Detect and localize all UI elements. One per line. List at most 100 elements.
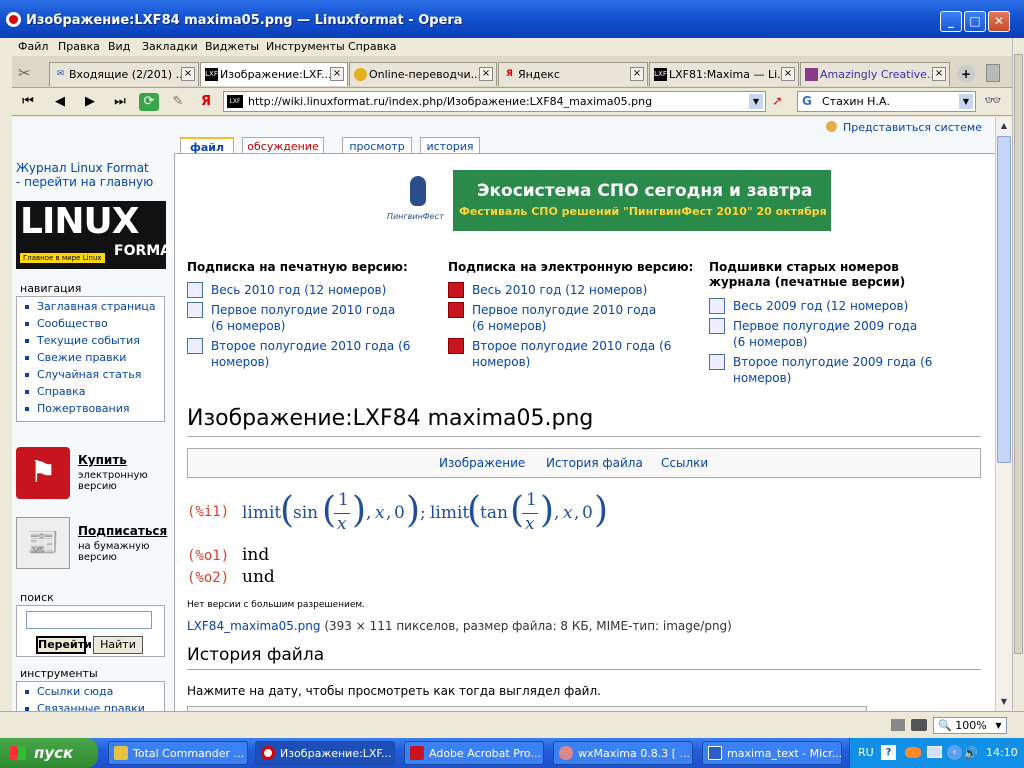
subscribe-link[interactable]: Подписаться: [78, 524, 167, 538]
volume-icon[interactable]: 🔊: [963, 746, 978, 760]
yandex-icon: Я: [506, 69, 513, 79]
cart-icon: [187, 338, 203, 354]
menu-help[interactable]: Справка: [348, 40, 396, 53]
forward-icon[interactable]: ▶: [80, 93, 100, 111]
input-label: (%i1): [187, 504, 230, 520]
menu-widgets[interactable]: Виджеты: [205, 40, 259, 53]
tools-item-related[interactable]: Связанные правки: [17, 702, 164, 711]
task-wxmaxima[interactable]: wxMaxima 0.8.3 [ ...: [553, 741, 693, 765]
tools-icon[interactable]: ✂: [18, 64, 40, 84]
nav-portlet: Заглавная страница Сообщество Текущие со…: [16, 296, 165, 422]
nav-item-community[interactable]: Сообщество: [17, 317, 164, 334]
nav-item-recent[interactable]: Свежие правки: [17, 351, 164, 368]
nav-item-help[interactable]: Справка: [17, 385, 164, 402]
journal-link[interactable]: Журнал Linux Format - перейти на главную: [16, 161, 156, 189]
tab-close-icon[interactable]: ×: [932, 67, 946, 81]
linux-format-logo[interactable]: LINUX FORMAT Главное в мире Linux: [16, 201, 179, 269]
menu-tools[interactable]: Инструменты: [266, 40, 345, 53]
output-value-1: ind: [242, 545, 270, 565]
nav-item-events[interactable]: Текущие события: [17, 334, 164, 351]
taskbar: пуск Total Commander ... Изображение:LXF…: [0, 738, 1024, 768]
file-link[interactable]: LXF84_maxima05.png: [187, 619, 321, 633]
toc-links[interactable]: Ссылки: [661, 456, 708, 470]
chevron-down-icon[interactable]: ▼: [749, 94, 763, 109]
scroll-down-icon[interactable]: ▼: [997, 694, 1011, 710]
search-input[interactable]: G Стахин Н.А. ▼: [797, 91, 976, 112]
menu-view[interactable]: Вид: [108, 40, 130, 53]
maximize-button[interactable]: □: [964, 11, 986, 32]
rewind-icon[interactable]: ⏮: [18, 93, 38, 111]
zoom-select[interactable]: 🔍 100% ▼: [933, 717, 1007, 734]
network-icon[interactable]: [927, 746, 942, 758]
start-button[interactable]: пуск: [0, 738, 98, 768]
new-tab-button[interactable]: +: [957, 65, 975, 83]
menu-bookmarks[interactable]: Закладки: [142, 40, 198, 53]
tab-history[interactable]: история: [420, 137, 480, 154]
menu-file[interactable]: Файл: [18, 40, 48, 53]
tab-inbox[interactable]: ✉ Входящие (2/201) ... ×: [49, 62, 199, 86]
cart-icon: [187, 302, 203, 318]
newspaper-icon[interactable]: 📰: [16, 517, 70, 569]
go-icon[interactable]: ➚: [772, 94, 790, 110]
go-button[interactable]: Перейти: [36, 636, 92, 654]
tab-close-icon[interactable]: ×: [330, 67, 344, 81]
window-titlebar[interactable]: Изображение:LXF84 maxima05.png — Linuxfo…: [0, 0, 1024, 38]
maxima-image[interactable]: (%i1) limit ( sin ( 1 x ) , x , 0 ) ; li…: [187, 488, 608, 592]
yandex-icon[interactable]: Я: [196, 93, 216, 111]
minimize-button[interactable]: _: [940, 11, 962, 32]
tab-close-icon[interactable]: ×: [479, 67, 493, 81]
edit-icon[interactable]: ✎: [168, 93, 188, 111]
tab-yandex[interactable]: Я Яндекс ×: [498, 62, 648, 86]
scroll-up-icon[interactable]: ▲: [997, 118, 1011, 134]
tab-file[interactable]: файл: [180, 137, 234, 154]
tab-close-icon[interactable]: ×: [781, 67, 795, 81]
toc-image[interactable]: Изображение: [439, 456, 525, 470]
tools-item-links[interactable]: Ссылки сюда: [17, 685, 164, 702]
tab-amazingly[interactable]: Amazingly Creative... ×: [800, 62, 950, 86]
chevron-down-icon[interactable]: ▼: [992, 719, 1005, 732]
tray-expand-icon[interactable]: ‹: [947, 745, 962, 760]
page-scrollbar[interactable]: ▲ ▼: [995, 117, 1012, 711]
tab-translator[interactable]: Online-переводчи... ×: [349, 62, 497, 86]
glasses-icon[interactable]: 👓: [984, 93, 1001, 109]
acrobat-icon[interactable]: ⚑: [16, 447, 70, 499]
back-icon[interactable]: ◀: [50, 93, 70, 111]
reload-icon[interactable]: ⟳: [139, 93, 159, 111]
fast-forward-icon[interactable]: ⏭: [110, 93, 130, 111]
trash-icon[interactable]: [986, 64, 1000, 82]
fish-icon[interactable]: [905, 747, 921, 758]
chevron-down-icon[interactable]: ▼: [959, 94, 973, 109]
task-opera[interactable]: Изображение:LXF...: [255, 741, 395, 765]
language-indicator[interactable]: RU: [858, 746, 874, 759]
lxf-icon: LXF: [205, 68, 218, 81]
page-viewport: Представиться системе файл обсуждение пр…: [12, 117, 995, 711]
tab-close-icon[interactable]: ×: [181, 67, 195, 81]
wiki-search-input[interactable]: [26, 611, 152, 629]
help-icon[interactable]: ?: [881, 745, 896, 760]
task-word[interactable]: maxima_text - Micr...: [702, 741, 842, 765]
tab-lxf81[interactable]: LXF LXF81:Maxima — Li... ×: [649, 62, 799, 86]
tab-view[interactable]: просмотр: [342, 137, 412, 154]
panel-icon[interactable]: [891, 719, 905, 731]
tab-discussion[interactable]: обсуждение: [242, 137, 324, 154]
tab-close-icon[interactable]: ×: [630, 67, 644, 81]
scroll-thumb[interactable]: [997, 136, 1011, 463]
file-toc: Изображение История файла Ссылки: [187, 448, 981, 478]
toc-history[interactable]: История файла: [546, 456, 643, 470]
nav-item-random[interactable]: Случайная статья: [17, 368, 164, 385]
address-input[interactable]: LXF http://wiki.linuxformat.ru/index.php…: [223, 91, 766, 112]
find-button[interactable]: Найти: [93, 636, 143, 654]
content-area: ПингвинФест Экосистема СПО сегодня и зав…: [174, 153, 995, 711]
close-button[interactable]: ✕: [988, 11, 1010, 32]
panel-scroll-thumb[interactable]: [1014, 54, 1023, 654]
nav-item-donate[interactable]: Пожертвования: [17, 402, 164, 419]
menu-edit[interactable]: Правка: [58, 40, 100, 53]
task-total-commander[interactable]: Total Commander ...: [108, 741, 248, 765]
buy-link[interactable]: Купить: [78, 453, 127, 467]
task-acrobat[interactable]: Adobe Acrobat Pro...: [404, 741, 544, 765]
camera-icon[interactable]: [911, 719, 927, 731]
banner[interactable]: ПингвинФест Экосистема СПО сегодня и зав…: [385, 170, 831, 231]
tab-image[interactable]: LXF Изображение:LXF... ×: [200, 62, 348, 86]
login-link[interactable]: Представиться системе: [843, 121, 982, 134]
nav-item-main[interactable]: Заглавная страница: [17, 300, 164, 317]
